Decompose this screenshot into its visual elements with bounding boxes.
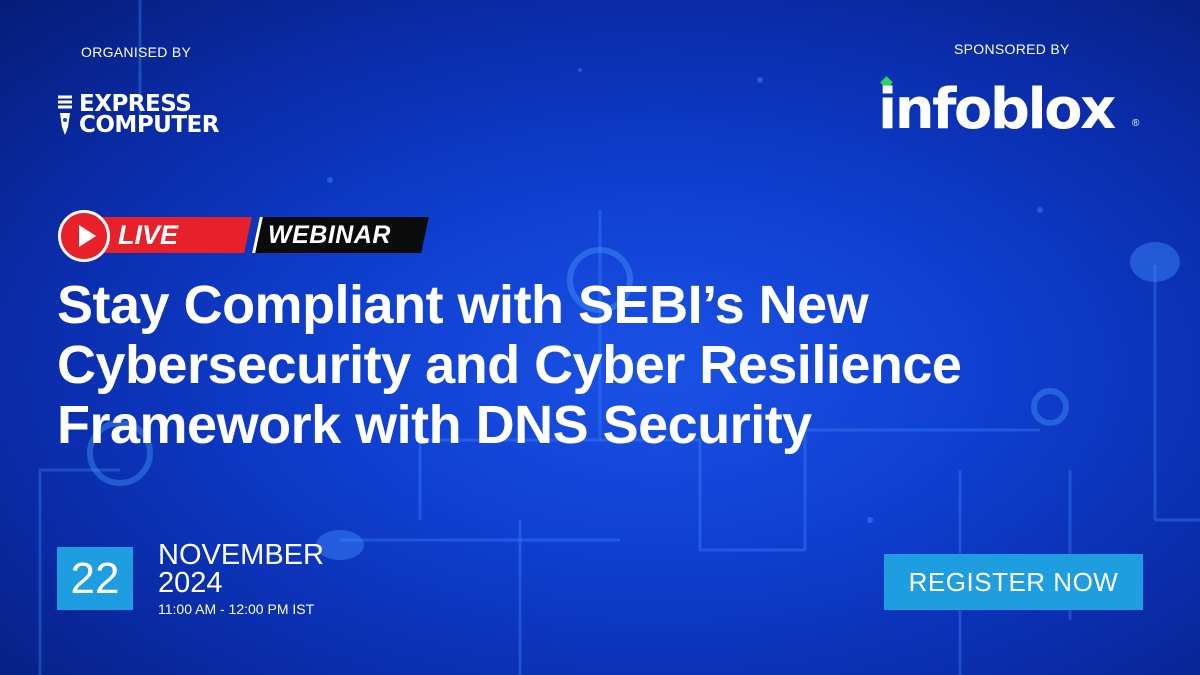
event-year: 2024 — [158, 567, 223, 599]
infoblox-logo: infoblox ® — [878, 74, 1148, 140]
title-line: Stay Compliant with SEBI’s New — [57, 275, 869, 335]
register-now-button[interactable]: REGISTER NOW — [884, 554, 1143, 610]
infoblox-wordmark: infoblox — [878, 77, 1116, 142]
organiser-label: ORGANISED BY — [81, 44, 192, 60]
title-line: Framework with DNS Security — [57, 395, 812, 455]
event-time: 11:00 AM - 12:00 PM IST — [158, 601, 315, 617]
event-month: NOVEMBER — [158, 539, 324, 571]
webinar-label: WEBINAR — [268, 221, 391, 249]
webinar-banner: ORGANISED BY EXPRESS COMPUTER SPONSORED … — [0, 0, 1200, 675]
logo-line-computer: COMPUTER — [79, 112, 219, 138]
title-line: Cybersecurity and Cyber Resilience — [57, 335, 962, 395]
express-computer-logo: EXPRESS COMPUTER — [57, 93, 219, 137]
live-label: LIVE — [118, 220, 179, 250]
sponsor-label: SPONSORED BY — [954, 41, 1070, 57]
play-icon — [58, 210, 110, 262]
registered-mark: ® — [1132, 118, 1140, 129]
event-day: 22 — [57, 547, 133, 610]
webinar-title: Stay Compliant with SEBI’s New Cybersecu… — [57, 275, 1057, 455]
pen-nib-icon — [58, 95, 72, 135]
